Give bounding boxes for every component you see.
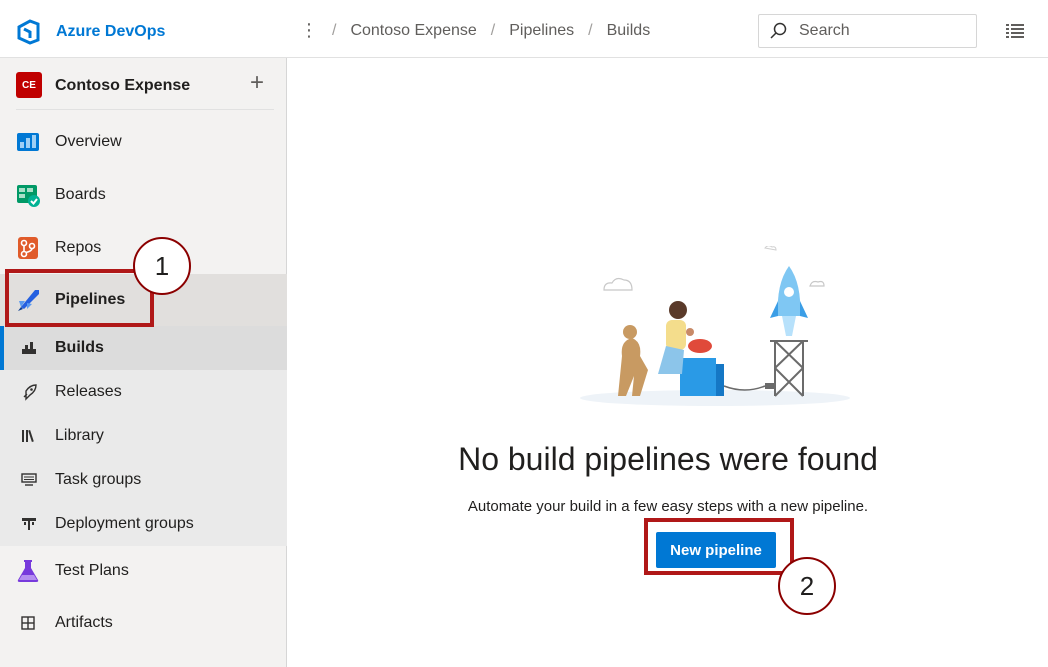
sidebar-item-label: Task groups <box>55 471 142 488</box>
top-bar: Azure DevOps ⋮ / Contoso Expense / Pipel… <box>0 0 1048 58</box>
sidebar-item-label: Library <box>55 427 104 444</box>
search-placeholder: Search <box>799 22 850 39</box>
breadcrumb-separator: / <box>332 22 337 39</box>
add-icon[interactable]: + <box>250 71 264 95</box>
rocket-icon <box>23 384 37 401</box>
boards-icon <box>17 185 40 207</box>
empty-state-illustration <box>580 246 850 406</box>
sidebar-subitem-task-groups[interactable]: Task groups <box>0 458 287 502</box>
sidebar-item-label: Test Plans <box>55 562 129 579</box>
sidebar-item-label: Repos <box>55 239 102 256</box>
breadcrumb-project[interactable]: Contoso Expense <box>350 22 476 40</box>
brand[interactable]: Azure DevOps <box>16 18 165 46</box>
breadcrumb-pipelines[interactable]: Pipelines <box>509 22 574 40</box>
breadcrumb-separator: / <box>588 22 593 39</box>
library-icon <box>22 429 34 443</box>
breadcrumb-separator: / <box>490 22 496 39</box>
sidebar-item-boards[interactable]: Boards <box>0 169 287 221</box>
main-content: No build pipelines were found Automate y… <box>288 58 1048 667</box>
project-name: Contoso Expense <box>55 77 191 94</box>
sidebar-item-artifacts[interactable]: Artifacts <box>0 597 287 649</box>
empty-state-title: No build pipelines were found <box>458 441 878 477</box>
sidebar-item-label: Deployment groups <box>55 515 194 532</box>
overview-icon <box>17 133 39 151</box>
sidebar-item-label: Artifacts <box>55 614 113 631</box>
search-box[interactable]: Search <box>758 14 977 48</box>
test-plans-icon <box>17 560 39 582</box>
callout-highlight-new-pipeline <box>644 518 794 575</box>
repos-icon <box>18 237 38 259</box>
sidebar-item-label: Releases <box>55 383 122 400</box>
empty-state-subtitle: Automate your build in a few easy steps … <box>467 498 869 515</box>
sidebar-subitem-deployment-groups[interactable]: Deployment groups <box>0 502 287 546</box>
more-options-icon[interactable]: ⋮ <box>300 19 318 41</box>
breadcrumb-builds[interactable]: Builds <box>607 22 651 40</box>
sidebar-subitem-releases[interactable]: Releases <box>0 370 287 414</box>
project-avatar: CE <box>16 72 42 98</box>
callout-number-2: 2 <box>778 557 836 615</box>
sidebar-subitem-builds[interactable]: Builds <box>0 326 287 370</box>
artifacts-icon <box>21 616 35 630</box>
callout-number-1: 1 <box>133 237 191 295</box>
list-settings-icon[interactable] <box>1006 24 1024 38</box>
app-name: Azure DevOps <box>56 23 166 40</box>
sidebar-item-test-plans[interactable]: Test Plans <box>0 545 287 597</box>
builds-icon <box>22 342 36 354</box>
sidebar: CE Contoso Expense + Overview Boards Rep… <box>0 58 287 667</box>
search-icon <box>770 22 787 39</box>
deployment-groups-icon <box>22 518 36 530</box>
task-groups-icon <box>21 473 37 486</box>
sidebar-item-label: Boards <box>55 186 106 203</box>
breadcrumb: / Contoso Expense / Pipelines / Builds <box>332 22 650 40</box>
divider <box>16 109 274 110</box>
sidebar-item-overview[interactable]: Overview <box>0 116 287 168</box>
sidebar-item-label: Overview <box>55 133 122 150</box>
callout-highlight-pipelines <box>5 269 154 327</box>
sidebar-subitem-library[interactable]: Library <box>0 414 287 458</box>
sidebar-item-label: Builds <box>55 339 104 356</box>
azure-devops-logo-icon <box>17 19 40 45</box>
project-header[interactable]: CE Contoso Expense + <box>0 58 287 110</box>
